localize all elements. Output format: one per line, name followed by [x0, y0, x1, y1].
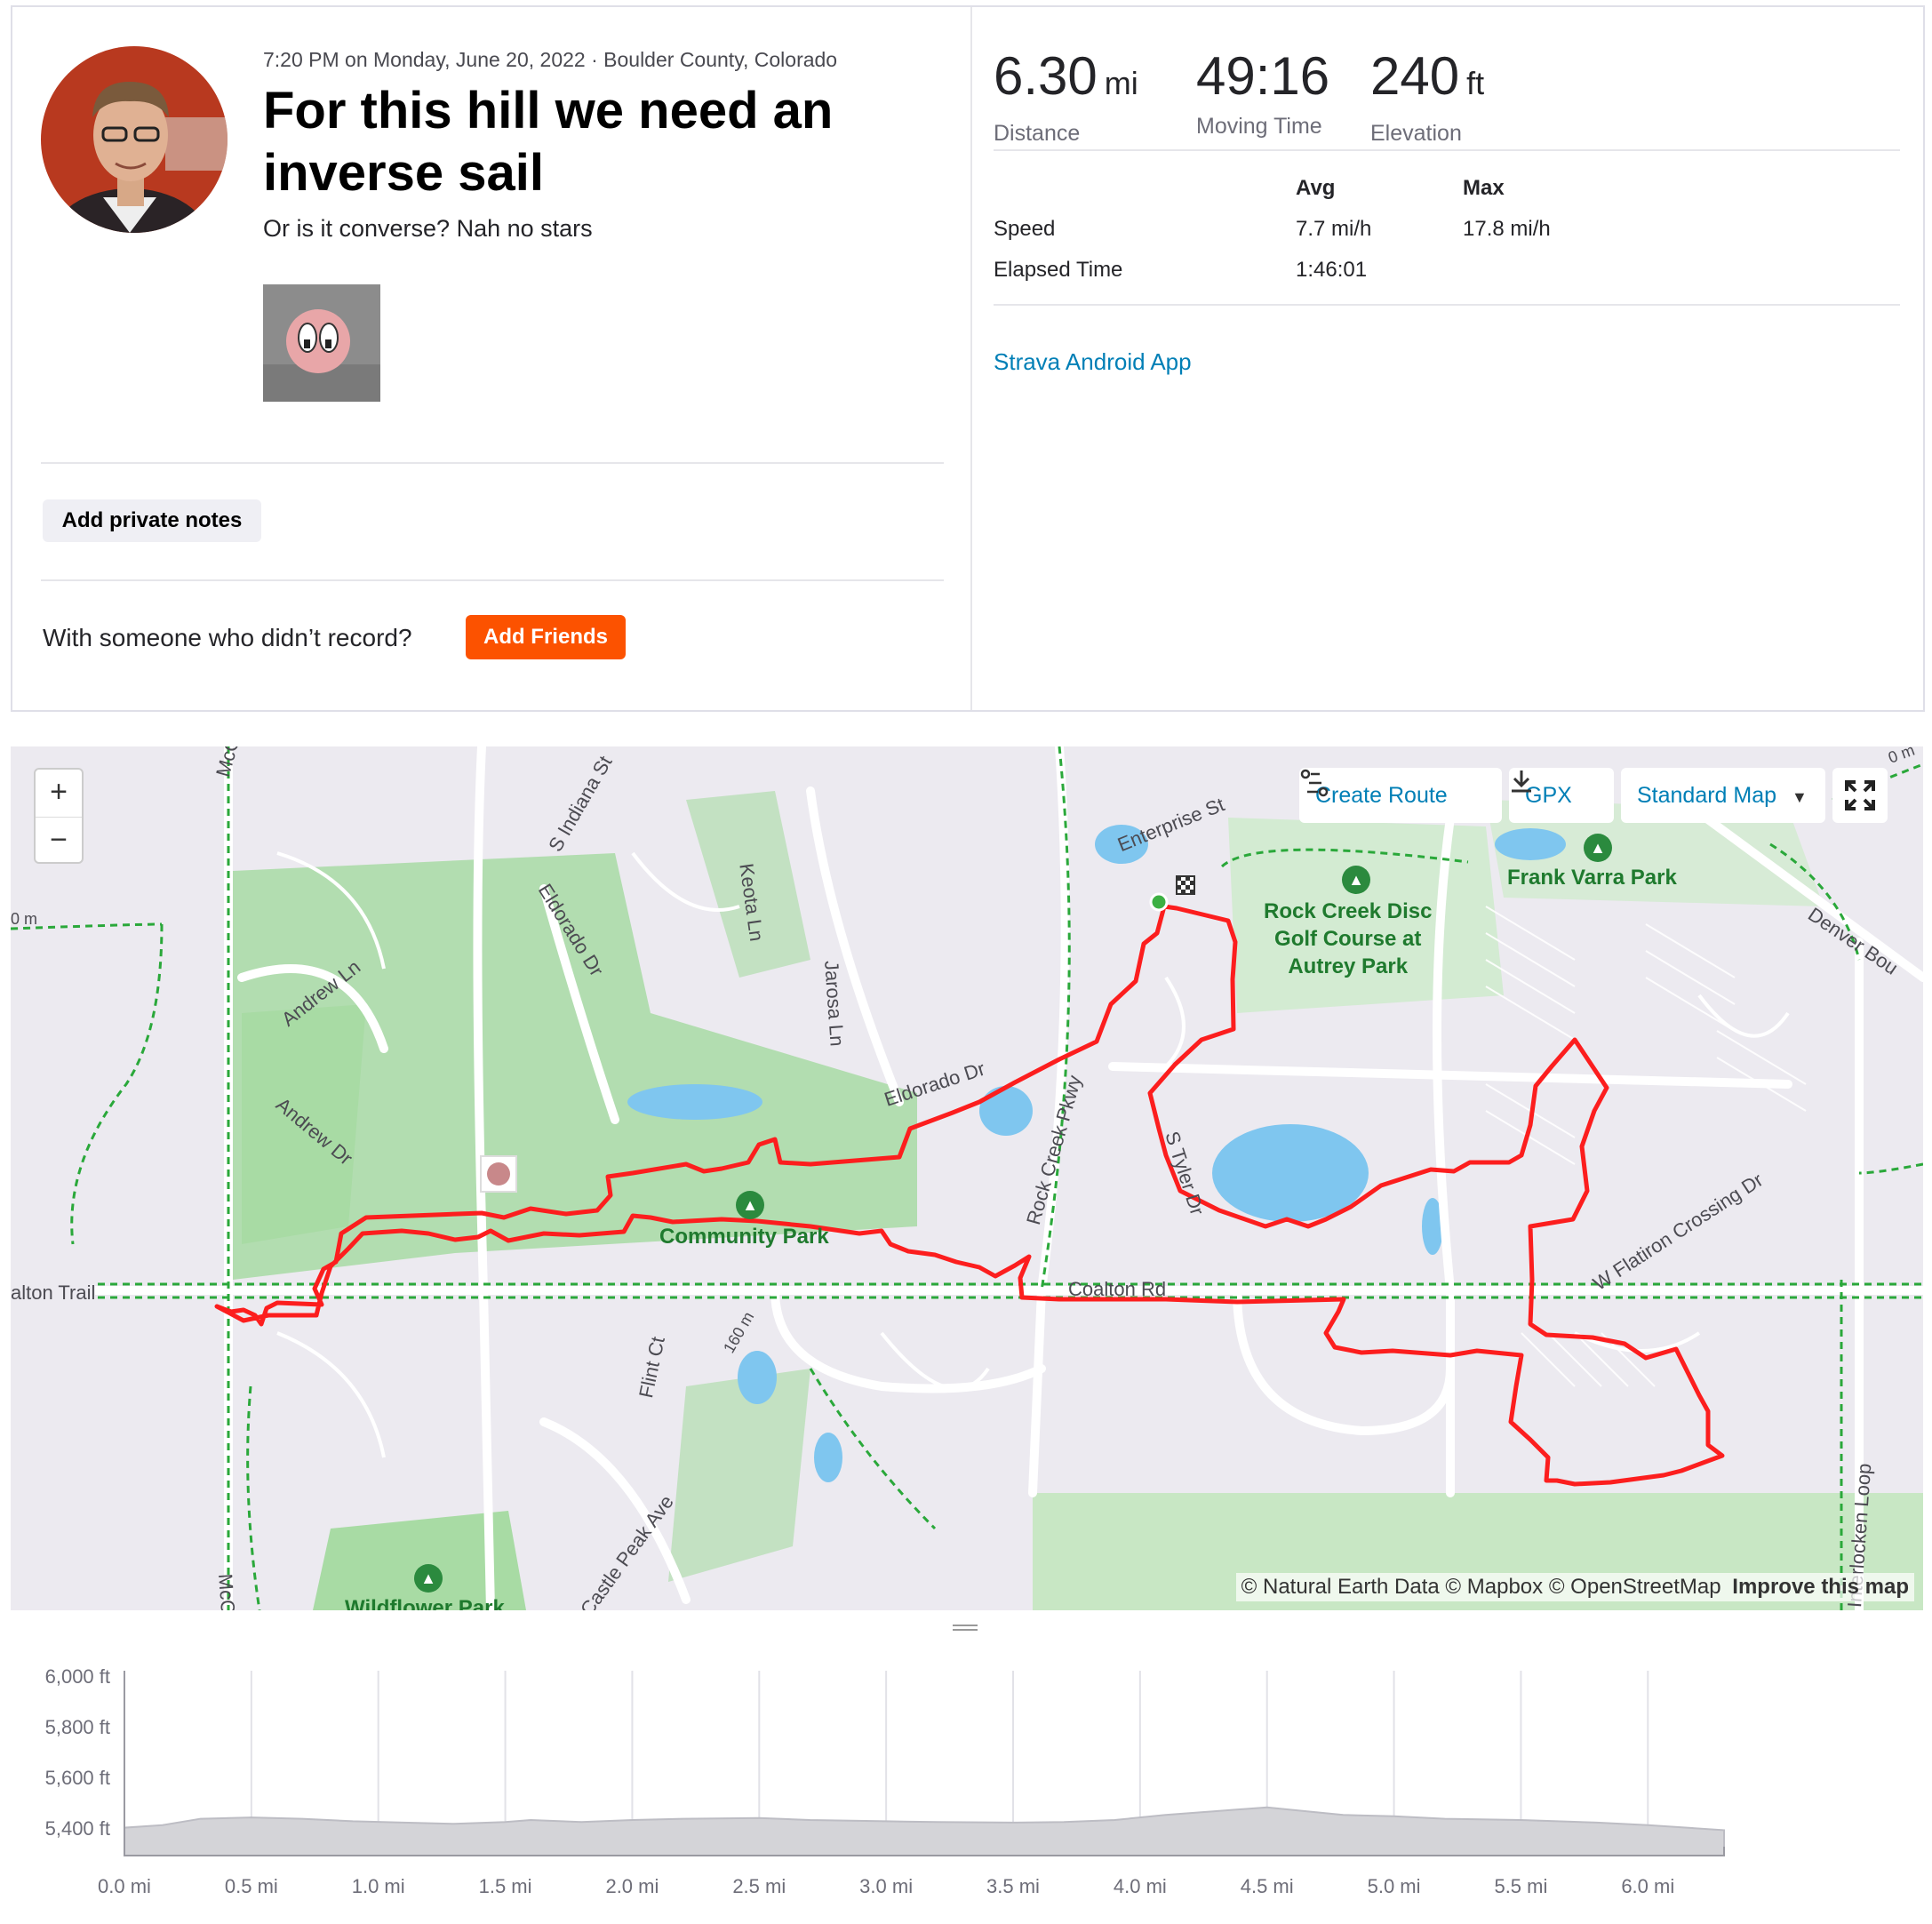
y-tick-label: 5,600 ft — [44, 1767, 110, 1790]
elevation-chart: 6,000 ft 5,800 ft 5,600 ft 5,400 ft 0.0 mi 0.… — [0, 1653, 1932, 1920]
map-style-select[interactable]: Standard Map ▼ — [1621, 768, 1825, 823]
park-tree-icon: ▲ — [736, 1191, 764, 1219]
x-tick-label: 2.0 mi — [605, 1875, 659, 1897]
x-tick-label: 6.0 mi — [1621, 1875, 1675, 1897]
chevron-down-icon: ▼ — [1792, 788, 1808, 806]
stat-distance: 6.30 mi Distance — [994, 48, 1138, 147]
improve-map-link[interactable]: Improve this map — [1732, 1575, 1909, 1599]
elevation-label: Elevation — [1370, 121, 1462, 146]
with-someone-text: With someone who didn’t record? — [43, 624, 412, 651]
download-icon — [1512, 770, 1531, 793]
street-label: alton Trail — [11, 1281, 96, 1305]
resize-handle-icon[interactable] — [953, 1623, 978, 1633]
stats-divider — [994, 304, 1900, 306]
park-label: Wildflower Park — [345, 1596, 505, 1610]
speed-max: 17.8 mi/h — [1463, 217, 1551, 241]
stat-moving-time: 49:16 Moving Time — [1196, 48, 1329, 140]
map-attribution: © Natural Earth Data © Mapbox © OpenStre… — [1235, 1573, 1914, 1601]
park-tree-icon: ▲ — [1342, 866, 1370, 894]
y-tick-label: 6,000 ft — [44, 1665, 110, 1688]
park-label: Frank Varra Park — [1507, 866, 1677, 890]
add-private-notes-button[interactable]: Add private notes — [43, 499, 261, 542]
stats-divider — [994, 149, 1900, 151]
moving-time-label: Moving Time — [1196, 114, 1322, 139]
avg-header: Avg — [1296, 176, 1336, 200]
x-tick-label: 1.5 mi — [478, 1875, 532, 1897]
speed-label: Speed — [994, 217, 1056, 241]
street-label: McC — [214, 1573, 240, 1610]
y-tick-label: 5,400 ft — [44, 1817, 110, 1840]
street-label: Coalton Rd — [1068, 1278, 1167, 1300]
elevation-area — [124, 1806, 1725, 1856]
activity-photo[interactable] — [263, 284, 380, 402]
x-tick-label: 2.5 mi — [732, 1875, 786, 1897]
scale-label: 0 m — [11, 910, 38, 928]
card-divider — [970, 7, 972, 710]
zoom-control: + − — [34, 768, 84, 864]
create-route-label: Create Route — [1315, 783, 1448, 808]
elevation-unit: ft — [1466, 65, 1485, 101]
elevation-value: 240 — [1370, 46, 1460, 106]
fullscreen-button[interactable] — [1832, 768, 1888, 823]
distance-label: Distance — [994, 121, 1081, 146]
x-tick-label: 5.0 mi — [1367, 1875, 1421, 1897]
elapsed-avg: 1:46:01 — [1296, 258, 1368, 282]
athlete-avatar[interactable] — [41, 46, 228, 233]
create-route-button[interactable]: Create Route — [1299, 768, 1502, 823]
x-tick-label: 0.0 mi — [98, 1875, 151, 1897]
moving-time-value: 49:16 — [1196, 46, 1330, 106]
zoom-in-button[interactable]: + — [36, 770, 82, 817]
route-icon — [1300, 769, 1329, 797]
x-tick-label: 5.5 mi — [1494, 1875, 1548, 1897]
add-friends-button[interactable]: Add Friends — [466, 615, 626, 659]
x-tick-label: 1.0 mi — [351, 1875, 405, 1897]
activity-card: 7:20 PM on Monday, June 20, 2022 · Bould… — [11, 5, 1925, 712]
x-tick-label: 3.5 mi — [986, 1875, 1040, 1897]
stat-elevation: 240 ft Elevation — [1370, 48, 1484, 147]
map-style-label: Standard Map — [1637, 783, 1777, 808]
photo-marker[interactable] — [480, 1155, 517, 1193]
expand-icon — [1845, 780, 1875, 810]
route-map[interactable]: McCaslin Blvd S Indiana St Eldorado Dr K… — [11, 746, 1923, 1610]
park-label: Community Park — [659, 1225, 829, 1249]
max-header: Max — [1463, 176, 1505, 200]
park-label: Rock Creek Disc Golf Course at Autrey Pa… — [1264, 899, 1433, 978]
strava-app-link[interactable]: Strava Android App — [994, 348, 1192, 376]
section-divider — [41, 579, 944, 581]
speed-avg: 7.7 mi/h — [1296, 217, 1372, 241]
park-tree-icon: ▲ — [1584, 834, 1612, 862]
activity-description: Or is it converse? Nah no stars — [263, 215, 593, 242]
elapsed-label: Elapsed Time — [994, 258, 1123, 282]
activity-title: For this hill we need an inverse sail — [263, 82, 834, 202]
park-tree-icon: ▲ — [414, 1564, 443, 1593]
x-tick-label: 3.0 mi — [859, 1875, 914, 1897]
attribution-text: © Natural Earth Data © Mapbox © OpenStre… — [1241, 1575, 1721, 1599]
gpx-button[interactable]: GPX — [1509, 768, 1614, 823]
x-tick-label: 4.0 mi — [1113, 1875, 1167, 1897]
x-tick-label: 4.5 mi — [1240, 1875, 1294, 1897]
distance-value: 6.30 — [994, 46, 1098, 106]
zoom-out-button[interactable]: − — [36, 817, 82, 864]
distance-unit: mi — [1104, 65, 1138, 101]
section-divider — [41, 462, 944, 464]
y-tick-label: 5,800 ft — [44, 1716, 110, 1739]
x-tick-label: 0.5 mi — [224, 1875, 278, 1897]
activity-meta: 7:20 PM on Monday, June 20, 2022 · Bould… — [263, 48, 838, 71]
